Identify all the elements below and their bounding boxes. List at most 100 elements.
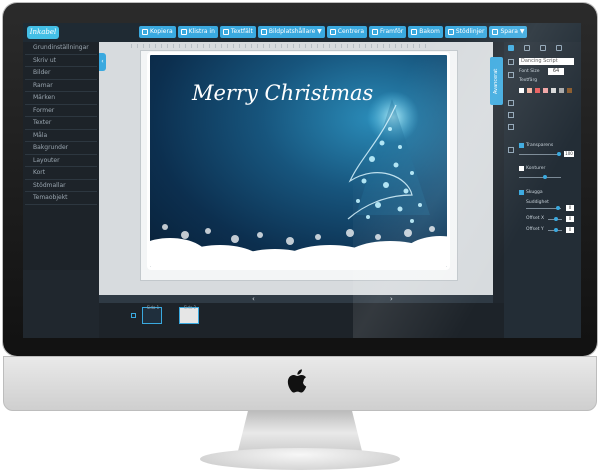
sidebar-item-stodmallar[interactable]: Stödmallar: [25, 180, 97, 192]
card-title[interactable]: Merry Christmas: [192, 81, 373, 105]
align-center-icon[interactable]: [508, 112, 514, 118]
offset-y-label: Offset Y: [526, 227, 544, 232]
sidebar-item-mala[interactable]: Måla: [25, 130, 97, 142]
contour-slider[interactable]: [519, 175, 561, 179]
app-logo[interactable]: Inkabel: [27, 26, 59, 39]
contour-label: Konturer: [526, 166, 546, 171]
next-page-arrow[interactable]: ›: [390, 295, 393, 303]
sidebar: Grundinställningar Skriv ut Bilder Ramar…: [23, 42, 99, 270]
contour-checkbox[interactable]: [519, 166, 524, 171]
center-label: Centrera: [337, 28, 365, 35]
send-backward-label: Bakom: [419, 28, 440, 35]
image-placeholder-icon: [260, 29, 267, 35]
transparency-checkbox[interactable]: [519, 143, 524, 148]
panel-tabs: [508, 45, 562, 51]
page-nav: ‹ ›: [99, 295, 493, 303]
christmas-card[interactable]: Merry Christmas: [147, 52, 450, 270]
offset-y-value[interactable]: 0: [566, 227, 574, 233]
monitor-bezel: Inkabel Kopiera Klistra in Textfält Bild…: [3, 3, 597, 356]
offset-x-slider[interactable]: [548, 217, 562, 221]
slider-knob[interactable]: [557, 152, 561, 156]
blur-value[interactable]: 0: [566, 205, 574, 211]
copy-button[interactable]: Kopiera: [139, 26, 176, 38]
sidebar-item-former[interactable]: Former: [25, 105, 97, 117]
add-page-icon[interactable]: [131, 313, 136, 318]
page-thumb-label: Sida 1: [146, 305, 160, 310]
page-thumb-label: Sida 2: [183, 305, 197, 310]
font-size-input[interactable]: 64: [548, 68, 564, 75]
sidebar-item-skriv-ut[interactable]: Skriv ut: [25, 55, 97, 67]
apple-logo-icon: [287, 369, 307, 393]
send-backward-button[interactable]: Bakom: [408, 26, 443, 38]
slider-knob[interactable]: [556, 206, 560, 210]
shadow-checkbox[interactable]: [519, 190, 524, 195]
effects-tab-icon[interactable]: [540, 45, 546, 51]
color-swatch[interactable]: [543, 88, 548, 93]
color-swatch[interactable]: [567, 88, 572, 93]
page-thumb-1[interactable]: Sida 1: [142, 305, 162, 324]
opacity-icon: [508, 147, 514, 153]
screen: Inkabel Kopiera Klistra in Textfält Bild…: [23, 23, 581, 338]
transparency-label: Transparens: [526, 143, 554, 148]
text-color-label: Textfärg: [519, 78, 538, 83]
align-left-icon[interactable]: [508, 100, 514, 106]
sidebar-item-bilder[interactable]: Bilder: [25, 67, 97, 80]
center-button[interactable]: Centrera: [326, 26, 368, 38]
image-placeholder-label: Bildplatshållare ▼: [268, 28, 322, 35]
blur-label: Suddighet: [526, 200, 549, 205]
sidebar-item-ramar[interactable]: Ramar: [25, 80, 97, 92]
slider-knob[interactable]: [554, 228, 558, 232]
send-backward-icon: [411, 29, 418, 35]
snow-ground: [150, 236, 447, 267]
offset-x-label: Offset X: [526, 216, 545, 221]
top-bar: Inkabel Kopiera Klistra in Textfält Bild…: [23, 23, 581, 42]
align-right-icon[interactable]: [508, 124, 514, 130]
sidebar-item-texter[interactable]: Texter: [25, 117, 97, 130]
paste-button[interactable]: Klistra in: [177, 26, 218, 38]
textfield-button[interactable]: Textfält: [219, 26, 256, 38]
advanced-tab[interactable]: Avancerat: [490, 57, 503, 105]
layout-tab-icon[interactable]: [524, 45, 530, 51]
slider-knob[interactable]: [554, 217, 558, 221]
font-size-label: Font Size: [519, 69, 540, 74]
bring-forward-label: Framför: [380, 28, 404, 35]
sidebar-item-layouter[interactable]: Layouter: [25, 155, 97, 167]
sidebar-item-grundinstallningar[interactable]: Grundinställningar: [25, 42, 97, 55]
save-button[interactable]: Spara ▼: [489, 26, 528, 38]
sidebar-item-bakgrunder[interactable]: Bakgrunder: [25, 142, 97, 155]
sidebar-collapse-button[interactable]: ‹: [99, 53, 106, 71]
offset-y-slider[interactable]: [548, 228, 562, 232]
shadow-label: Skugga: [526, 190, 543, 195]
sidebar-item-kort[interactable]: Kort: [25, 167, 97, 180]
image-placeholder-button[interactable]: Bildplatshållare ▼: [257, 26, 325, 38]
paste-label: Klistra in: [188, 28, 215, 35]
transparency-value[interactable]: 100: [564, 151, 574, 157]
guides-button[interactable]: Stödlinjer: [444, 26, 488, 38]
slider-knob[interactable]: [543, 175, 547, 179]
sidebar-item-marken[interactable]: Märken: [25, 92, 97, 105]
textfield-icon: [222, 29, 229, 35]
copy-label: Kopiera: [150, 28, 173, 35]
color-swatch[interactable]: [519, 88, 524, 93]
color-swatch[interactable]: [527, 88, 532, 93]
prev-page-arrow[interactable]: ‹: [252, 295, 255, 303]
blur-slider[interactable]: [526, 206, 561, 210]
bring-forward-button[interactable]: Framför: [369, 26, 407, 38]
ruler: [131, 44, 431, 48]
offset-x-value[interactable]: 0: [566, 216, 574, 222]
text-tab-icon[interactable]: [508, 45, 514, 51]
color-swatch[interactable]: [551, 88, 556, 93]
monitor-stand-base: [200, 448, 400, 470]
transparency-slider[interactable]: [519, 152, 561, 156]
arrange-tab-icon[interactable]: [556, 45, 562, 51]
color-swatch[interactable]: [559, 88, 564, 93]
toolbar: Kopiera Klistra in Textfält Bildplatshål…: [139, 26, 528, 38]
sidebar-item-temaobjekt[interactable]: Temaobjekt: [25, 192, 97, 205]
text-color-icon: [508, 72, 514, 78]
save-label: Spara ▼: [500, 28, 525, 35]
font-family-select[interactable]: Dancing Script: [519, 58, 574, 65]
color-swatch[interactable]: [535, 88, 540, 93]
center-icon: [329, 29, 336, 35]
save-icon: [492, 29, 499, 35]
page-thumb-2[interactable]: Sida 2: [179, 305, 199, 324]
